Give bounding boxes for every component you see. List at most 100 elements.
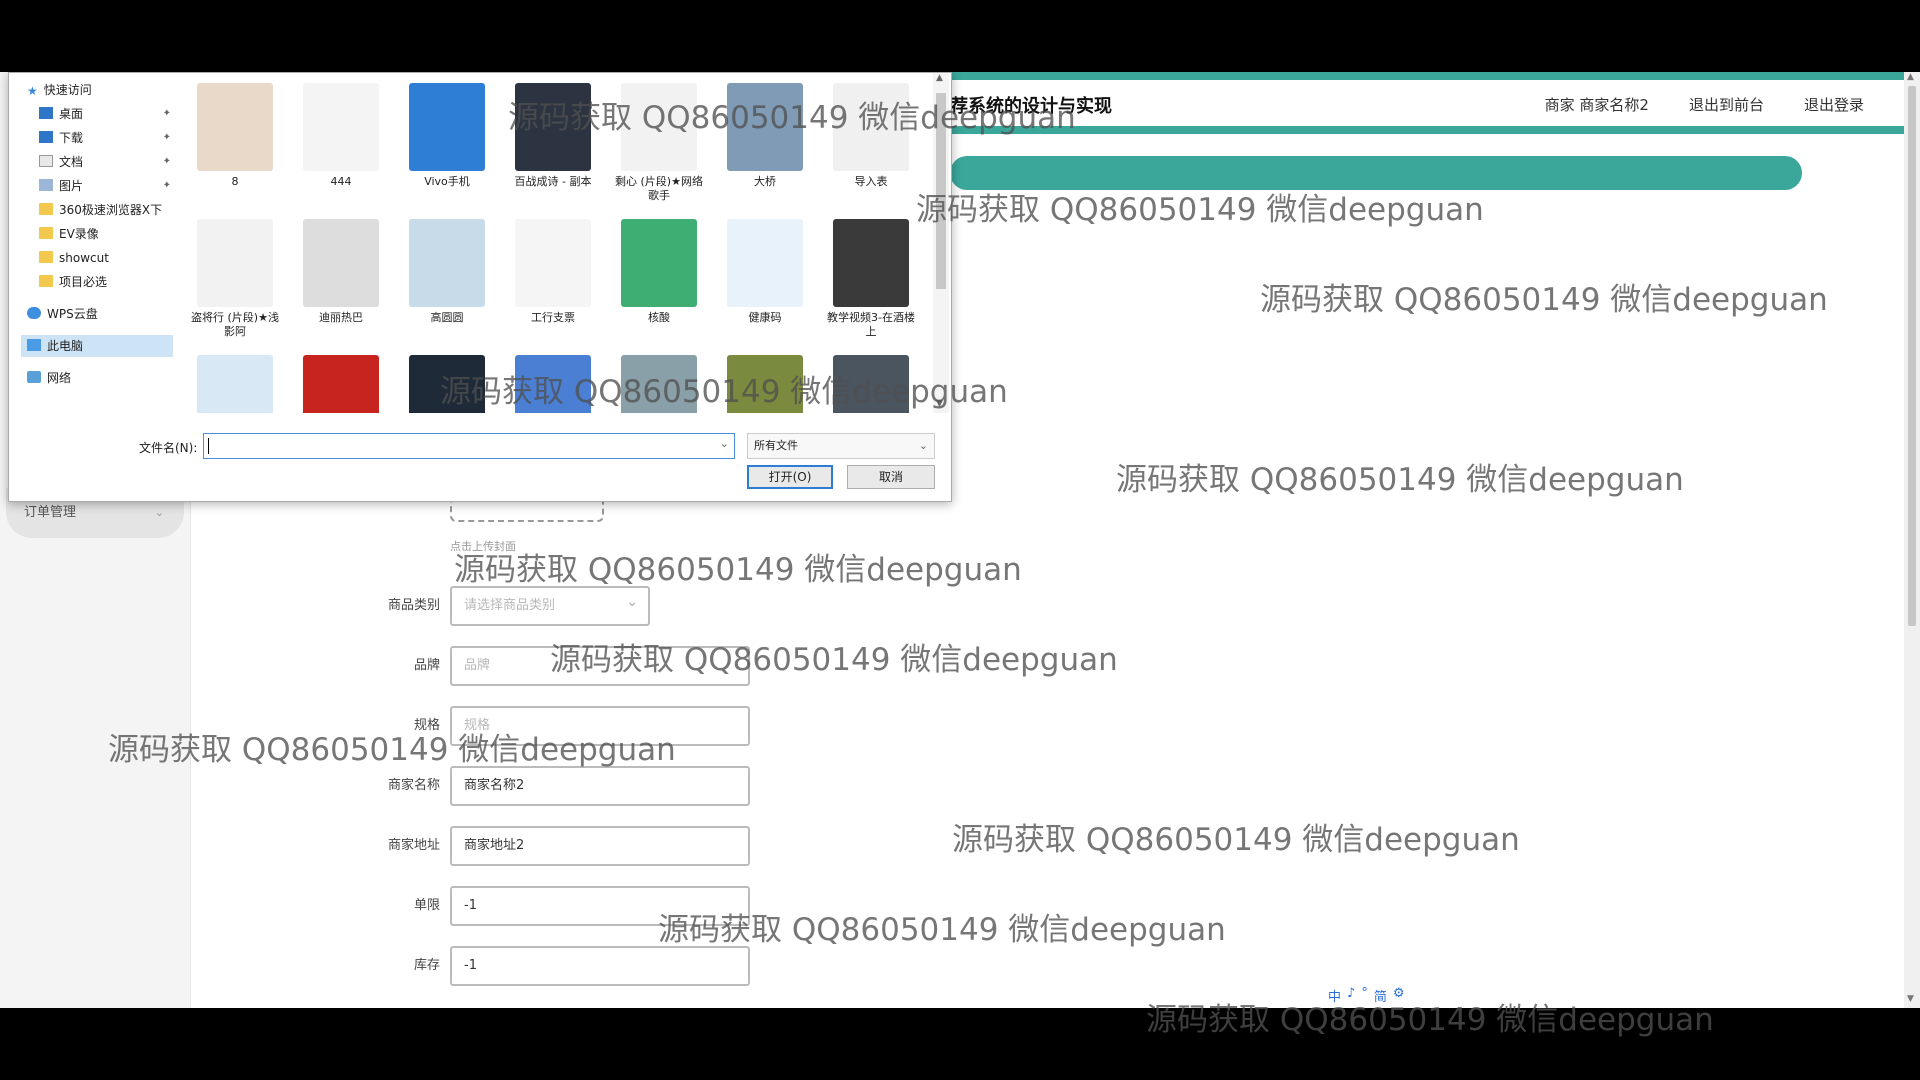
nav-item[interactable]: 网络: [27, 367, 167, 389]
file-item[interactable]: 高圆圆: [399, 219, 495, 325]
file-item[interactable]: 核酸: [611, 219, 707, 325]
ime-item[interactable]: ♪: [1347, 986, 1355, 1005]
stock-input[interactable]: -1: [450, 946, 750, 986]
form-row-category: 商品类别 请选择商品类别: [360, 584, 760, 626]
file-thumbnail: [515, 83, 591, 171]
category-select[interactable]: 请选择商品类别: [450, 584, 650, 626]
file-item[interactable]: [717, 355, 813, 413]
computer-icon: [27, 339, 41, 351]
file-name: 高圆圆: [430, 311, 464, 324]
nav-item[interactable]: showcut: [39, 247, 179, 269]
ime-item[interactable]: 中: [1328, 986, 1341, 1005]
chevron-down-icon[interactable]: ⌄: [720, 437, 729, 450]
pin-icon: ✦: [162, 132, 171, 143]
nav-item-label: 下载: [59, 131, 84, 145]
file-thumbnail: [515, 355, 591, 413]
file-name: 大桥: [754, 175, 776, 188]
form-row-merchant-address: 商家地址 商家地址2: [360, 826, 760, 866]
file-item[interactable]: [823, 355, 919, 413]
scroll-up-icon[interactable]: ▲: [936, 73, 943, 83]
header: 荐系统的设计与实现 商家 商家名称2 退出到前台 退出登录: [950, 80, 1904, 126]
document-icon: [39, 155, 53, 167]
page-scrollbar[interactable]: ▲ ▼: [1904, 72, 1920, 1008]
scroll-down-icon[interactable]: ▼: [1907, 994, 1914, 1004]
nav-item[interactable]: 文档 ✦: [39, 151, 179, 173]
form-row-spec: 规格 规格: [360, 706, 760, 746]
file-item[interactable]: [611, 355, 707, 413]
nav-item[interactable]: 此电脑: [21, 335, 173, 357]
file-name: 444: [330, 175, 352, 188]
file-item[interactable]: Vivo手机: [399, 83, 495, 189]
folder-icon: [39, 227, 53, 239]
file-name: 核酸: [648, 311, 670, 324]
nav-item[interactable]: 图片 ✦: [39, 175, 179, 197]
file-name: 教学视频3-在酒楼上: [827, 311, 915, 338]
file-item[interactable]: 大桥: [717, 83, 813, 189]
folder-icon: [39, 203, 53, 215]
logout-link[interactable]: 退出登录: [1804, 94, 1864, 115]
ime-item[interactable]: ⚙: [1393, 986, 1405, 1005]
pin-icon: ✦: [162, 156, 171, 167]
file-item[interactable]: 教学视频3-在酒楼上: [823, 219, 919, 339]
file-item[interactable]: 迪丽热巴: [293, 219, 389, 325]
merchant-name-input[interactable]: 商家名称2: [450, 766, 750, 806]
nav-item[interactable]: 项目必选: [39, 271, 179, 293]
nav-item[interactable]: WPS云盘: [27, 303, 167, 325]
dialog-scrollbar[interactable]: ▲ ▼: [933, 73, 949, 413]
file-item[interactable]: 健康码: [717, 219, 813, 325]
nav-item[interactable]: 360极速浏览器X下: [39, 199, 179, 221]
filename-input[interactable]: ⌄: [203, 433, 735, 459]
file-thumbnail: [727, 83, 803, 171]
file-item[interactable]: 剩心 (片段)★网络歌手: [611, 83, 707, 203]
limit-input[interactable]: -1: [450, 886, 750, 926]
brand-input[interactable]: 品牌: [450, 646, 750, 686]
ime-item[interactable]: 简: [1374, 986, 1387, 1005]
nav-item-label: 桌面: [59, 107, 84, 121]
header-nav: 商家 商家名称2 退出到前台 退出登录: [1545, 94, 1864, 115]
file-thumbnail: [197, 219, 273, 307]
spec-input[interactable]: 规格: [450, 706, 750, 746]
nav-item-label: 文档: [59, 155, 84, 169]
ime-toolbar[interactable]: 中 ♪ ° 简 ⚙: [1328, 986, 1405, 1005]
file-thumbnail: [409, 83, 485, 171]
scroll-down-icon[interactable]: ▼: [936, 399, 943, 409]
file-item[interactable]: 百战成诗 - 副本: [505, 83, 601, 189]
merchant-address-input[interactable]: 商家地址2: [450, 826, 750, 866]
file-open-dialog: ★ 快速访问 桌面 ✦ 下载 ✦ 文档 ✦ 图片 ✦ 360极速浏览器X下 EV录像 showcut 项目…: [8, 72, 952, 502]
file-thumbnail: [727, 355, 803, 413]
file-item[interactable]: 工行支票: [505, 219, 601, 325]
breadcrumb-bar: [950, 156, 1802, 190]
nav-item-label: 快速访问: [43, 83, 92, 97]
file-thumbnail: [303, 83, 379, 171]
file-item[interactable]: [399, 355, 495, 413]
filetype-value: 所有文件: [754, 439, 798, 452]
file-item[interactable]: 8: [187, 83, 283, 189]
file-thumbnail: [621, 83, 697, 171]
nav-item[interactable]: 下载 ✦: [39, 127, 179, 149]
file-name: 盗将行 (片段)★浅影阿: [191, 311, 279, 338]
file-thumbnail: [621, 219, 697, 307]
file-item[interactable]: 导入表: [823, 83, 919, 189]
exit-to-frontend-link[interactable]: 退出到前台: [1689, 94, 1764, 115]
cancel-button[interactable]: 取消: [847, 465, 935, 489]
file-name: 迪丽热巴: [319, 311, 363, 324]
nav-item[interactable]: 桌面 ✦: [39, 103, 179, 125]
brand-label: 品牌: [413, 658, 440, 673]
merchant-address-label: 商家地址: [387, 838, 440, 853]
file-item[interactable]: [187, 355, 283, 413]
dialog-scrollbar-thumb[interactable]: [936, 93, 946, 289]
dialog-nav-pane: ★ 快速访问 桌面 ✦ 下载 ✦ 文档 ✦ 图片 ✦ 360极速浏览器X下 EV录像 showcut 项目…: [9, 73, 173, 413]
nav-item[interactable]: ★ 快速访问: [27, 79, 167, 101]
file-item[interactable]: 盗将行 (片段)★浅影阿: [187, 219, 283, 339]
merchant-name-label: 商家名称: [387, 778, 440, 793]
nav-item[interactable]: EV录像: [39, 223, 179, 245]
scrollbar-thumb[interactable]: [1908, 86, 1916, 626]
file-item[interactable]: [505, 355, 601, 413]
file-item[interactable]: 444: [293, 83, 389, 189]
open-button[interactable]: 打开(O): [747, 465, 833, 489]
filetype-select[interactable]: 所有文件 ⌄: [747, 433, 935, 459]
ime-item[interactable]: °: [1361, 986, 1368, 1005]
pin-icon: ✦: [162, 180, 171, 191]
scroll-up-icon[interactable]: ▲: [1907, 72, 1914, 82]
file-item[interactable]: [293, 355, 389, 413]
